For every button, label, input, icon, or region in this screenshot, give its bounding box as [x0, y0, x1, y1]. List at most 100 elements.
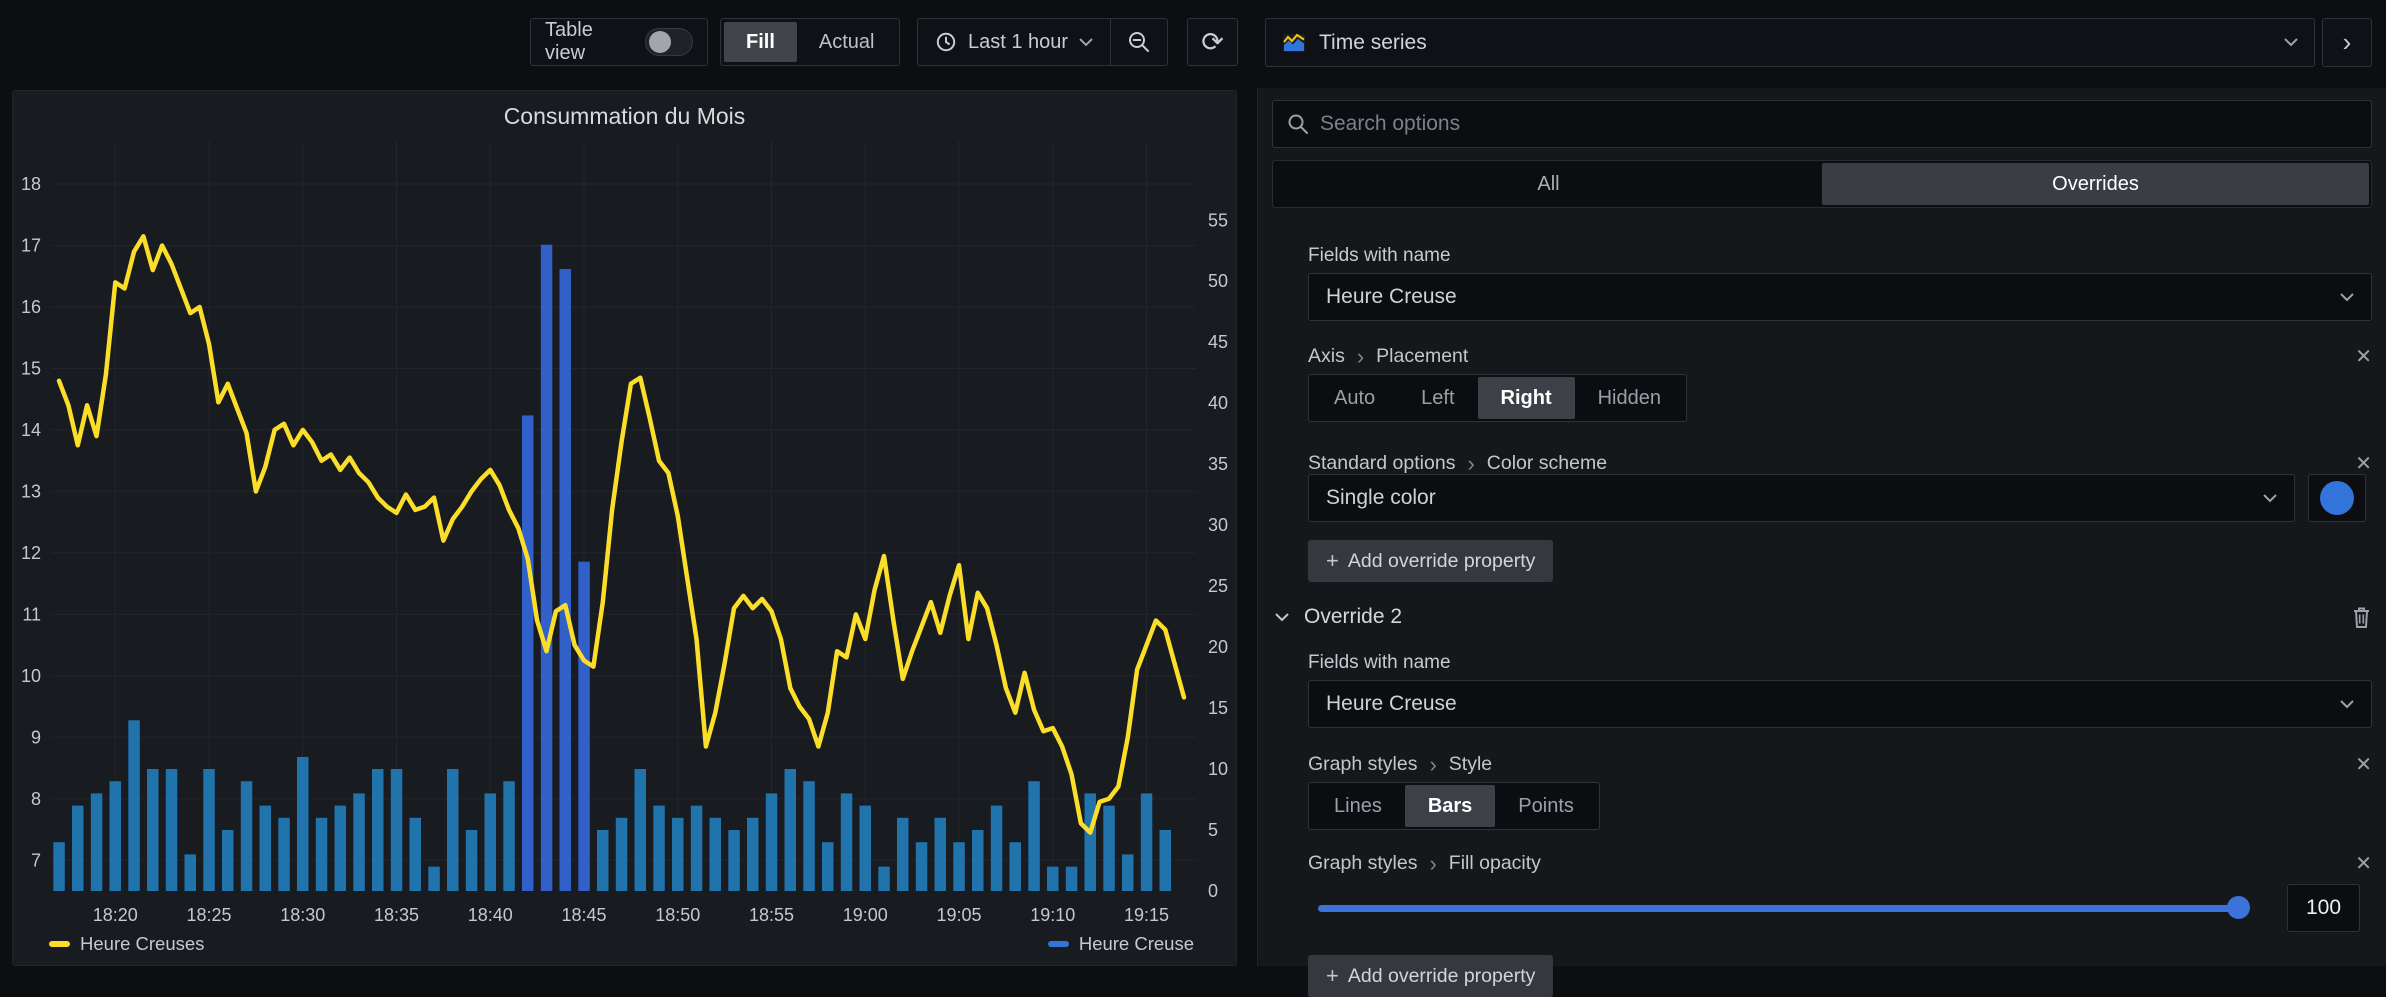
fill-opacity-value[interactable]: 100 — [2287, 884, 2360, 932]
legend-item-heure-creuses[interactable]: Heure Creuses — [49, 933, 204, 955]
override-rule-graph-style: Graph styles › Style ✕ — [1308, 752, 2372, 777]
tab-all[interactable]: All — [1275, 163, 1822, 205]
svg-text:18:30: 18:30 — [280, 905, 325, 925]
plus-icon: + — [1326, 548, 1339, 574]
legend-swatch-yellow — [49, 941, 70, 947]
search-input[interactable] — [1320, 112, 2357, 136]
fill-opacity-slider-thumb[interactable] — [2227, 896, 2250, 919]
style-lines[interactable]: Lines — [1311, 785, 1405, 827]
grafana-panel-editor: { "toolbar": { "table_view_label": "Tabl… — [0, 0, 2386, 966]
table-view-button[interactable]: Table view — [530, 18, 708, 66]
rule-category: Axis — [1308, 345, 1345, 368]
rule-category: Graph styles — [1308, 753, 1417, 776]
visualization-label: Time series — [1319, 31, 1427, 55]
chevron-right-icon: › — [2343, 27, 2352, 58]
color-swatch-button[interactable] — [2308, 474, 2366, 522]
remove-rule-button[interactable]: ✕ — [2355, 451, 2372, 476]
options-pane: Time series › All Overrides Fields with … — [1265, 0, 2372, 966]
collapse-pane-button[interactable]: › — [2322, 18, 2372, 67]
zoom-out-button[interactable] — [1111, 19, 1167, 65]
legend-label: Heure Creuses — [80, 933, 204, 955]
svg-text:50: 50 — [1208, 271, 1228, 291]
chevron-right-icon: › — [1429, 754, 1436, 776]
chevron-right-icon: › — [1357, 346, 1364, 368]
clock-icon — [935, 31, 957, 53]
field-matcher-select[interactable]: Heure Creuse — [1308, 680, 2372, 728]
rule-property: Color scheme — [1487, 452, 1607, 475]
chevron-right-icon: › — [1467, 453, 1474, 475]
svg-text:7: 7 — [31, 850, 41, 870]
svg-text:25: 25 — [1208, 576, 1228, 596]
options-tabs: All Overrides — [1272, 160, 2372, 208]
svg-text:18:55: 18:55 — [749, 905, 794, 925]
time-range-picker[interactable]: Last 1 hour — [918, 19, 1110, 65]
svg-text:10: 10 — [21, 666, 41, 686]
svg-text:19:05: 19:05 — [936, 905, 981, 925]
fill-opacity-slider-track[interactable] — [1318, 905, 2238, 912]
rule-category: Graph styles — [1308, 852, 1417, 875]
placement-left[interactable]: Left — [1398, 377, 1477, 419]
actual-button[interactable]: Actual — [797, 22, 897, 62]
chart-legend: Heure Creuses Heure Creuse — [13, 933, 1236, 955]
rule-property: Style — [1449, 753, 1492, 776]
remove-rule-button[interactable]: ✕ — [2355, 344, 2372, 369]
refresh-icon: ⟳ — [1201, 27, 1224, 58]
rule-property: Placement — [1376, 345, 1468, 368]
table-view-toggle[interactable] — [645, 28, 693, 56]
add-override-property-button[interactable]: + Add override property — [1308, 540, 1553, 582]
override-2-header[interactable]: Override 2 — [1275, 605, 2372, 629]
override-rule-color-scheme: Standard options › Color scheme ✕ — [1308, 451, 2372, 476]
visualization-picker[interactable]: Time series — [1265, 18, 2315, 67]
style-points[interactable]: Points — [1495, 785, 1597, 827]
trash-icon[interactable] — [2351, 606, 2372, 629]
fill-button[interactable]: Fill — [724, 22, 797, 62]
svg-text:0: 0 — [1208, 881, 1218, 901]
refresh-button[interactable]: ⟳ — [1187, 18, 1238, 66]
field-matcher-value: Heure Creuse — [1326, 285, 1457, 309]
svg-text:18:35: 18:35 — [374, 905, 419, 925]
remove-rule-button[interactable]: ✕ — [2355, 851, 2372, 876]
style-bars[interactable]: Bars — [1405, 785, 1495, 827]
fill-actual-group: Fill Actual — [720, 18, 900, 66]
remove-rule-button[interactable]: ✕ — [2355, 752, 2372, 777]
placement-right[interactable]: Right — [1478, 377, 1575, 419]
time-range-group: Last 1 hour — [917, 18, 1168, 66]
svg-text:16: 16 — [21, 297, 41, 317]
placement-auto[interactable]: Auto — [1311, 377, 1398, 419]
chevron-down-icon — [1275, 613, 1289, 622]
add-override-property-button[interactable]: + Add override property — [1308, 955, 1553, 997]
svg-text:19:15: 19:15 — [1124, 905, 1169, 925]
plus-icon: + — [1326, 963, 1339, 989]
svg-text:45: 45 — [1208, 332, 1228, 352]
chevron-right-icon: › — [1429, 853, 1436, 875]
field-matcher-value: Heure Creuse — [1326, 692, 1457, 716]
rule-property: Fill opacity — [1449, 852, 1541, 875]
svg-text:18:45: 18:45 — [561, 905, 606, 925]
svg-text:18: 18 — [21, 174, 41, 194]
graph-style-radio-group: Lines Bars Points — [1308, 782, 1600, 830]
svg-text:18:50: 18:50 — [655, 905, 700, 925]
svg-text:8: 8 — [31, 789, 41, 809]
search-options-field — [1272, 100, 2372, 148]
svg-text:13: 13 — [21, 481, 41, 501]
tab-overrides[interactable]: Overrides — [1822, 163, 2369, 205]
svg-text:19:10: 19:10 — [1030, 905, 1075, 925]
chevron-down-icon — [2340, 700, 2354, 709]
svg-text:15: 15 — [1208, 698, 1228, 718]
override-2-title: Override 2 — [1304, 605, 1402, 629]
placement-hidden[interactable]: Hidden — [1575, 377, 1684, 419]
chevron-down-icon — [1079, 38, 1093, 47]
time-series-chart[interactable]: 7891011121314151617180510152025303540455… — [13, 111, 1238, 931]
svg-text:5: 5 — [1208, 820, 1218, 840]
svg-text:17: 17 — [21, 236, 41, 256]
svg-text:18:40: 18:40 — [468, 905, 513, 925]
field-matcher-select[interactable]: Heure Creuse — [1308, 273, 2372, 321]
toggle-knob — [649, 31, 671, 53]
svg-text:40: 40 — [1208, 393, 1228, 413]
svg-text:15: 15 — [21, 358, 41, 378]
chevron-down-icon — [2284, 38, 2298, 47]
fields-with-name-label: Fields with name — [1308, 652, 1451, 674]
time-series-panel: Consummation du Mois 7891011121314151617… — [12, 90, 1237, 966]
color-scheme-select[interactable]: Single color — [1308, 474, 2295, 522]
legend-item-heure-creuse[interactable]: Heure Creuse — [1048, 933, 1194, 955]
